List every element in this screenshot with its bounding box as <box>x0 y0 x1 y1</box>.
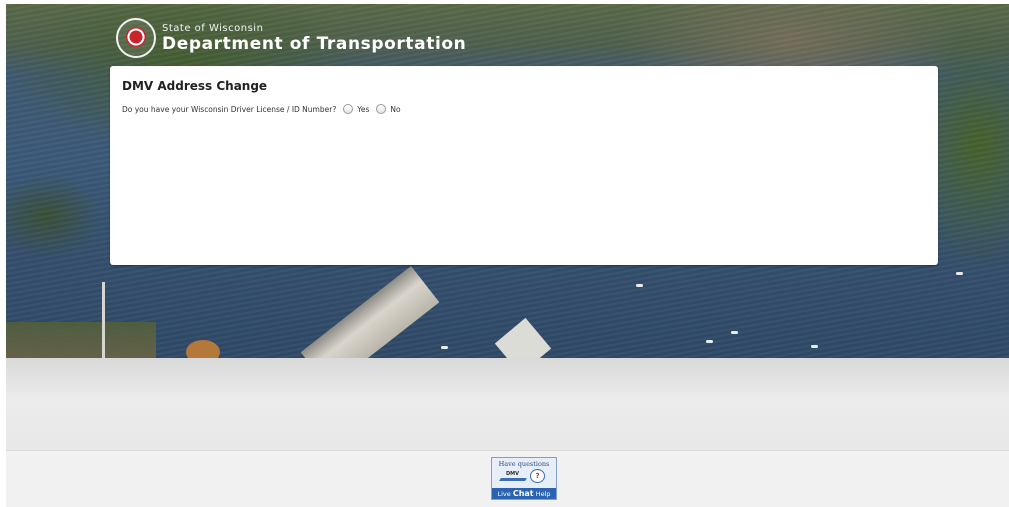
logo-text: State of Wisconsin Department of Transpo… <box>162 23 466 54</box>
content-band <box>6 358 1009 450</box>
license-question: Do you have your Wisconsin Driver Licens… <box>122 104 401 114</box>
state-name: State of Wisconsin <box>162 22 264 34</box>
department-name: Department of Transportation <box>162 33 467 54</box>
page-title: DMV Address Change <box>122 79 268 93</box>
boat <box>731 331 738 334</box>
no-radio[interactable] <box>376 104 387 114</box>
chat-chat-label: Chat <box>512 489 534 498</box>
boat <box>811 345 818 348</box>
boat <box>636 284 643 287</box>
utility-pole <box>102 282 105 358</box>
boat <box>956 272 963 275</box>
yes-label[interactable]: Yes <box>357 105 369 114</box>
chat-help-label: Help <box>535 490 551 498</box>
license-question-label: Do you have your Wisconsin Driver Licens… <box>122 104 337 114</box>
tree <box>186 340 220 358</box>
wisdot-seal-icon <box>116 18 156 58</box>
no-label[interactable]: No <box>390 105 400 114</box>
live-chat-help-button[interactable]: Have questions DMV ? Live Chat Help <box>491 457 557 500</box>
bridge <box>300 266 440 358</box>
chat-dmv-label: DMV <box>506 471 519 477</box>
wisdot-logo[interactable]: State of Wisconsin Department of Transpo… <box>116 18 466 58</box>
chat-live-label: Live <box>497 490 511 498</box>
address-change-card: DMV Address Change Do you have your Wisc… <box>110 66 938 265</box>
shoreline <box>6 322 156 358</box>
boat <box>706 340 713 343</box>
question-mark-icon: ? <box>530 469 545 483</box>
boat <box>441 346 448 349</box>
bridge-deck <box>494 317 552 358</box>
chat-swoosh-icon <box>499 478 527 481</box>
yes-radio[interactable] <box>343 104 354 114</box>
chat-questions-label: Have questions <box>498 460 550 468</box>
chat-bar: Live Chat Help <box>492 488 556 499</box>
